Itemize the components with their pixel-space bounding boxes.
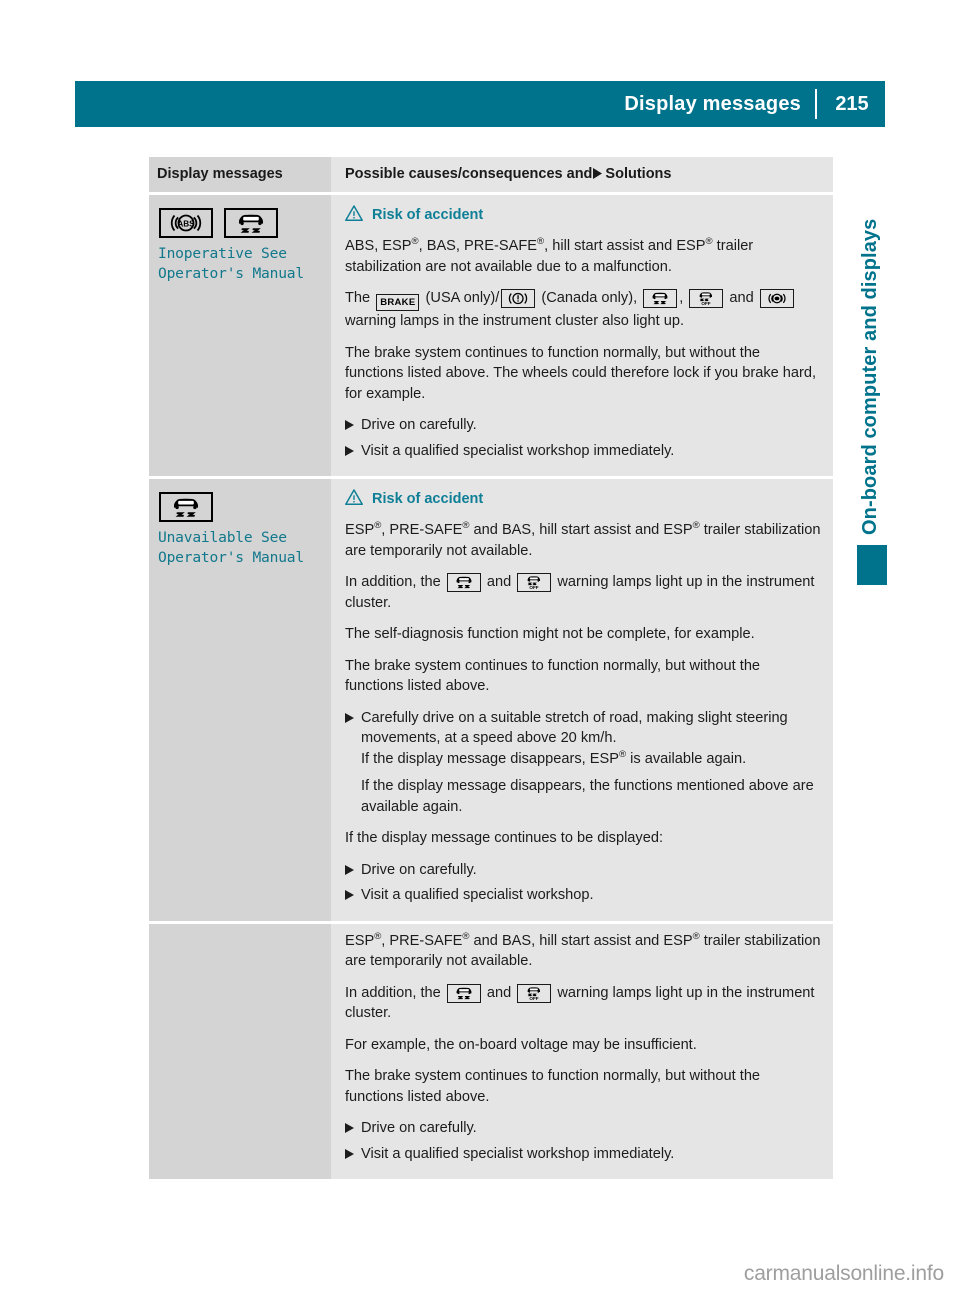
bullet-arrow-icon <box>345 1144 361 1166</box>
row3-paragraph-2: In addition, the and OFF warning lamps l… <box>345 983 815 1022</box>
row2-paragraph-3: The self-diagnosis function might not be… <box>345 626 755 643</box>
row3-paragraph-1: ESP®, PRE-SAFE® and BAS, hill start assi… <box>345 930 821 970</box>
row3-solution-bullet: Visit a qualified specialist workshop im… <box>345 1144 821 1166</box>
brake-warning-lamp-icon: BRAKE <box>376 294 420 312</box>
row2-solution-bullet: Drive on carefully. <box>345 860 821 882</box>
table-header-right-cell: Possible causes/consequences and Solutio… <box>331 157 833 192</box>
brake-circle-exclamation-lamp-icon <box>501 289 536 308</box>
table-row: ABS Inoperative See Operator's Manual Ri… <box>149 195 833 477</box>
esp-skid-warning-lamp-icon <box>224 208 278 238</box>
row2-message-cell: Unavailable See Operator's Manual <box>149 479 331 921</box>
esp-off-warning-lamp-icon: OFF <box>517 983 552 1003</box>
bullet-arrow-icon <box>345 885 361 907</box>
row2-paragraph-2: In addition, the and OFF warning lamps l… <box>345 573 815 611</box>
row1-message-line2: Operator's Manual <box>158 265 304 282</box>
table-row: ESP®, PRE-SAFE® and BAS, hill start assi… <box>149 923 833 1180</box>
bullet-arrow-icon <box>345 860 361 882</box>
display-messages-table: Display messages Possible causes/consequ… <box>149 157 833 1180</box>
esp-off-warning-lamp-icon: OFF <box>689 289 724 308</box>
table-row: Unavailable See Operator's Manual Risk o… <box>149 479 833 921</box>
abs-warning-lamp-icon <box>759 289 794 308</box>
row2-paragraph-4: The brake system continues to function n… <box>345 657 761 695</box>
column-header-causes-solutions: Possible causes/consequences and Solutio… <box>345 166 672 183</box>
registered-mark: ® <box>411 236 419 248</box>
warning-triangle-icon <box>345 489 363 509</box>
row2-solution-bullet: Visit a qualified specialist workshop. <box>345 885 821 907</box>
row1-paragraph-3: The brake system continues to function n… <box>345 344 817 402</box>
row2-solution-sub2: If the display message disappears, the f… <box>361 778 814 815</box>
row2-solution-bullet-main: Carefully drive on a suitable stretch of… <box>345 708 821 818</box>
row2-icon-strip <box>159 492 321 523</box>
row3-content-cell: ESP®, PRE-SAFE® and BAS, hill start assi… <box>331 923 833 1180</box>
esp-skid-warning-lamp-icon <box>159 492 213 523</box>
row2-display-message: Unavailable See Operator's Manual <box>158 528 321 568</box>
row2-message-line1: Unavailable See <box>158 529 287 547</box>
row2-message-line2: Operator's Manual <box>158 549 304 567</box>
row2-paragraph-1: ESP®, PRE-SAFE® and BAS, hill start assi… <box>345 520 821 559</box>
row1-message-cell: ABS Inoperative See Operator's Manual <box>149 195 331 477</box>
registered-mark: ® <box>618 748 627 760</box>
row1-message-line1: Inoperative See <box>158 245 287 262</box>
page-header-bar: Display messages 215 <box>75 81 885 127</box>
row2-solution-main-text: Carefully drive on a suitable stretch of… <box>361 709 788 747</box>
svg-text:ABS: ABS <box>177 220 195 229</box>
row2-solution-sub1: If the display message disappears, ESP® … <box>361 748 747 767</box>
warning-triangle-icon <box>345 205 363 225</box>
solutions-arrow-icon <box>593 167 603 183</box>
row1-solution-bullet: Visit a qualified specialist workshop im… <box>345 441 821 463</box>
section-tab-marker <box>857 545 887 585</box>
row1-warning-heading-text: Risk of accident <box>372 207 484 223</box>
esp-skid-warning-lamp-icon <box>446 983 481 1003</box>
abs-warning-lamp-icon: ABS <box>159 208 213 238</box>
registered-mark: ® <box>692 930 700 942</box>
row1-solution-text: Visit a qualified specialist workshop im… <box>361 442 675 459</box>
row3-message-cell <box>149 923 331 1180</box>
svg-text:OFF: OFF <box>530 585 539 590</box>
page-title: Display messages <box>624 92 801 115</box>
bullet-arrow-icon <box>345 415 361 437</box>
section-label-vertical: On-board computer and displays <box>859 218 881 535</box>
row1-paragraph-1: ABS, ESP®, BAS, PRE-SAFE®, hill start as… <box>345 236 754 275</box>
column-header-display-messages: Display messages <box>157 166 283 182</box>
page-number: 215 <box>835 92 869 115</box>
esp-skid-warning-lamp-icon <box>643 289 678 308</box>
table-header-left-cell: Display messages <box>149 157 331 192</box>
esp-skid-warning-lamp-icon <box>446 573 481 593</box>
site-watermark: carmanualsonline.info <box>743 1262 944 1285</box>
row2-content-cell: Risk of accident ESP®, PRE-SAFE® and BAS… <box>331 479 833 921</box>
registered-mark: ® <box>692 520 700 532</box>
row3-paragraph-3: For example, the on-board voltage may be… <box>345 1036 697 1053</box>
row1-solution-text: Drive on carefully. <box>361 417 477 434</box>
esp-off-warning-lamp-icon: OFF <box>517 573 552 593</box>
row3-solution-text: Visit a qualified specialist workshop im… <box>361 1145 675 1162</box>
table-header-row: Display messages Possible causes/consequ… <box>149 157 833 192</box>
row1-content-cell: Risk of accident ABS, ESP®, BAS, PRE-SAF… <box>331 195 833 477</box>
row1-icon-strip: ABS <box>159 208 321 238</box>
row1-display-message: Inoperative See Operator's Manual <box>158 244 321 284</box>
row1-solution-bullet: Drive on carefully. <box>345 415 821 437</box>
row3-solution-bullet: Drive on carefully. <box>345 1118 821 1140</box>
bullet-arrow-icon <box>345 1118 361 1140</box>
svg-text:OFF: OFF <box>530 996 539 1001</box>
row2-solution-text: Drive on carefully. <box>361 861 477 878</box>
row3-paragraph-4: The brake system continues to function n… <box>345 1068 761 1105</box>
bullet-arrow-icon <box>345 441 361 463</box>
row2-solution-text: Visit a qualified specialist workshop. <box>361 887 594 904</box>
row2-warning-heading: Risk of accident <box>345 489 821 509</box>
row1-paragraph-2: The BRAKE (USA only)/ (Canada only), , O… <box>345 288 821 332</box>
registered-mark: ® <box>705 236 713 248</box>
svg-text:OFF: OFF <box>702 301 711 306</box>
row2-closing-intro: If the display message continues to be d… <box>345 830 664 847</box>
row2-warning-heading-text: Risk of accident <box>372 491 484 508</box>
row1-warning-heading: Risk of accident <box>345 205 821 225</box>
bullet-arrow-icon <box>345 708 361 818</box>
row3-solution-text: Drive on carefully. <box>361 1120 477 1137</box>
